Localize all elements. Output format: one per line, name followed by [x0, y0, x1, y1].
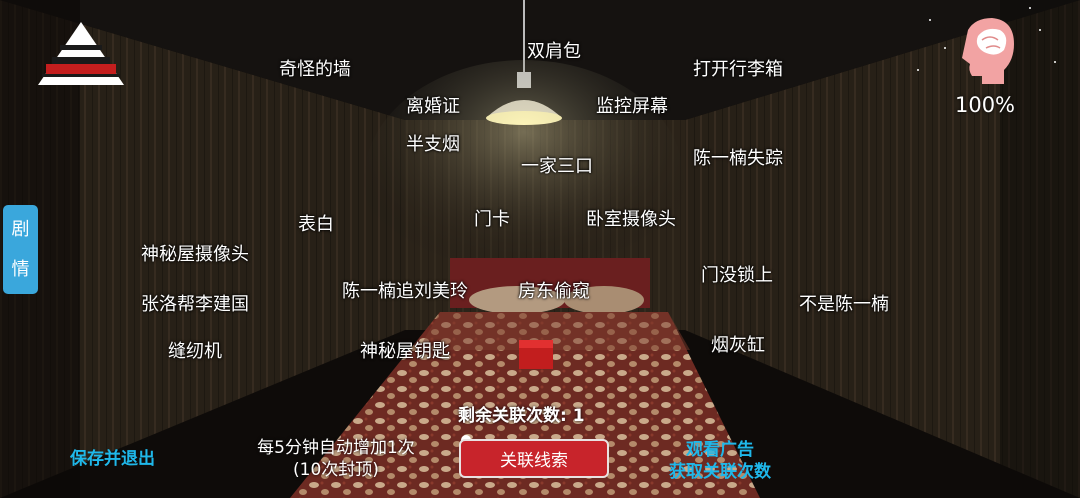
clue-zhang-helps-li[interactable]: 张洛帮李建国 — [141, 290, 249, 316]
link-clues-label: 关联线索 — [500, 451, 568, 471]
auto-refill-info: 每5分钟自动增加1次 (10次封顶) — [236, 437, 436, 481]
watch-ad-line-1: 观看广告 — [686, 440, 754, 460]
auto-refill-line-1: 每5分钟自动增加1次 — [257, 438, 415, 458]
link-clues-button[interactable]: 关联线索 — [459, 439, 609, 478]
clue-ashtray[interactable]: 烟灰缸 — [711, 331, 765, 357]
watch-ad-button[interactable]: 观看广告 获取关联次数 — [650, 439, 790, 483]
story-tab[interactable]: 剧 情 — [3, 205, 38, 294]
clue-divorce-cert[interactable]: 离婚证 — [406, 92, 460, 118]
clue-strange-wall[interactable]: 奇怪的墙 — [279, 55, 351, 81]
clue-monitor-screen[interactable]: 监控屏幕 — [596, 92, 668, 118]
clue-door-unlocked[interactable]: 门没锁上 — [701, 261, 773, 287]
save-exit-button[interactable]: 保存并退出 — [70, 444, 155, 469]
story-tab-char-2: 情 — [11, 258, 30, 280]
sanity-percent: 100% — [954, 93, 1016, 117]
clue-not-chen[interactable]: 不是陈一楠 — [799, 290, 889, 316]
clue-landlord-peeping[interactable]: 房东偷窥 — [518, 277, 590, 303]
clue-sewing-machine[interactable]: 缝纫机 — [168, 337, 222, 363]
clue-backpack[interactable]: 双肩包 — [527, 37, 581, 63]
clue-confession[interactable]: 表白 — [298, 210, 334, 236]
clue-open-suitcase[interactable]: 打开行李箱 — [693, 55, 783, 81]
clue-chen-chases-liu[interactable]: 陈一楠追刘美玲 — [342, 277, 468, 303]
auto-refill-line-2: (10次封顶) — [293, 460, 379, 480]
watch-ad-line-2: 获取关联次数 — [669, 462, 771, 482]
story-tab-char-1: 剧 — [11, 218, 30, 240]
clue-half-cigarette[interactable]: 半支烟 — [406, 130, 460, 156]
clue-mystery-room-camera[interactable]: 神秘屋摄像头 — [141, 240, 249, 266]
clue-mystery-room-key[interactable]: 神秘屋钥匙 — [360, 337, 450, 363]
clue-door-card[interactable]: 门卡 — [474, 205, 510, 231]
clue-chen-missing[interactable]: 陈一楠失踪 — [693, 144, 783, 170]
clue-family-of-three[interactable]: 一家三口 — [521, 152, 593, 178]
clue-bedroom-camera[interactable]: 卧室摄像头 — [586, 205, 676, 231]
remaining-count: 剩余关联次数: 1 — [458, 406, 585, 426]
